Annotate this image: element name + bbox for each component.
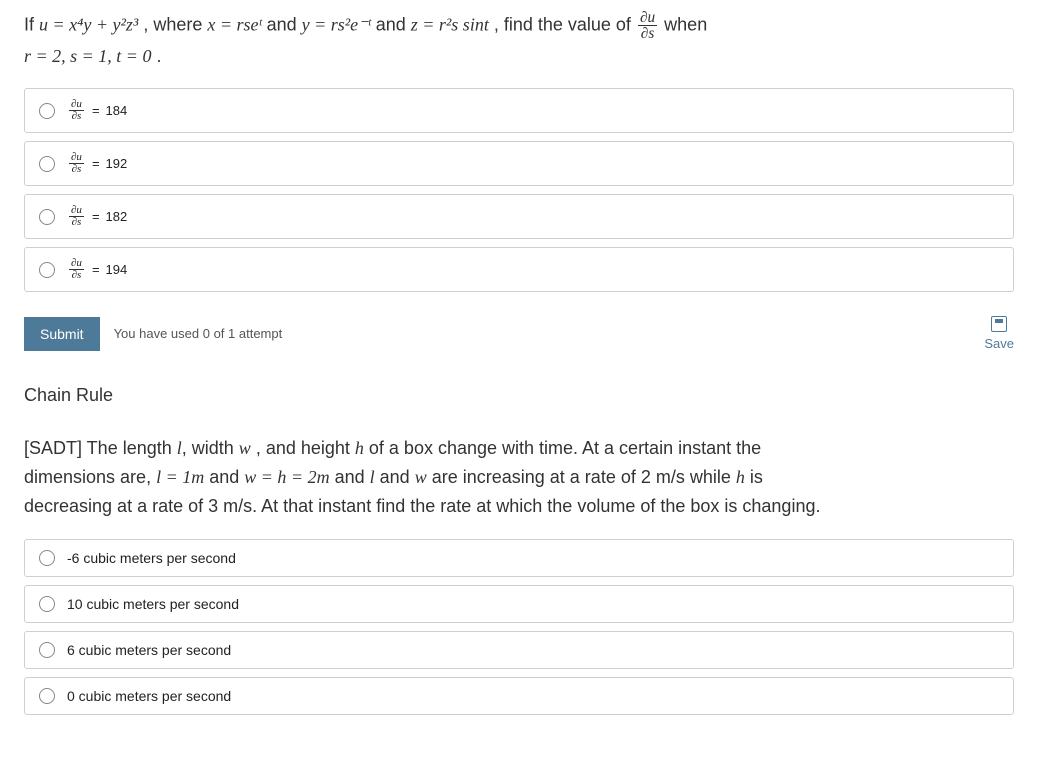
q2-options: -6 cubic meters per second 10 cubic mete… (24, 539, 1014, 715)
q1-p7: . (156, 46, 161, 66)
q1-expr-x: x = rseᵗ (207, 15, 261, 35)
q2-option-label: 10 cubic meters per second (67, 596, 239, 612)
q1-option-label: ∂u∂s = 194 (67, 258, 127, 281)
action-bar: Submit You have used 0 of 1 attempt Save (24, 316, 1014, 351)
radio-icon (39, 550, 55, 566)
q1-option[interactable]: ∂u∂s = 182 (24, 194, 1014, 239)
q1-p6: when (664, 15, 707, 35)
q2-option-label: 6 cubic meters per second (67, 642, 231, 658)
q2-prompt: [SADT] The length l, width w , and heigh… (24, 434, 1014, 520)
q1-expr-y: y = rs²e⁻ᵗ (302, 15, 371, 35)
save-icon (991, 316, 1007, 332)
radio-icon (39, 156, 55, 172)
save-button[interactable]: Save (984, 316, 1014, 351)
q1-cond: r = 2, s = 1, t = 0 (24, 46, 151, 66)
q2-option-label: 0 cubic meters per second (67, 688, 231, 704)
q2-option[interactable]: -6 cubic meters per second (24, 539, 1014, 577)
q1-option[interactable]: ∂u∂s = 192 (24, 141, 1014, 186)
q1-p3: and (267, 15, 302, 35)
q1-frac-num: ∂u (638, 10, 657, 26)
radio-icon (39, 103, 55, 119)
radio-icon (39, 688, 55, 704)
q1-options: ∂u∂s = 184 ∂u∂s = 192 ∂u∂s = 182 ∂u∂s = … (24, 88, 1014, 292)
q1-option[interactable]: ∂u∂s = 194 (24, 247, 1014, 292)
q1-frac: ∂u ∂s (638, 10, 657, 42)
radio-icon (39, 642, 55, 658)
q1-option[interactable]: ∂u∂s = 184 (24, 88, 1014, 133)
radio-icon (39, 209, 55, 225)
section-title: Chain Rule (24, 385, 1014, 406)
q1-option-label: ∂u∂s = 182 (67, 205, 127, 228)
q2-option[interactable]: 10 cubic meters per second (24, 585, 1014, 623)
radio-icon (39, 596, 55, 612)
q1-expr-z: z = r²s sint (411, 15, 489, 35)
save-label: Save (984, 336, 1014, 351)
q1-frac-den: ∂s (638, 26, 657, 41)
q1-prompt: If u = x⁴y + y²z³ , where x = rseᵗ and y… (24, 10, 1014, 70)
q1-option-label: ∂u∂s = 184 (67, 99, 127, 122)
radio-icon (39, 262, 55, 278)
q1-p5: , find the value of (494, 15, 636, 35)
q2-option-label: -6 cubic meters per second (67, 550, 236, 566)
attempts-text: You have used 0 of 1 attempt (114, 326, 283, 341)
q1-expr-u: u = x⁴y + y²z³ (39, 15, 138, 35)
q1-p4: and (376, 15, 411, 35)
q2-option[interactable]: 0 cubic meters per second (24, 677, 1014, 715)
q1-p1: If (24, 15, 39, 35)
q1-p2: , where (143, 15, 207, 35)
q2-option[interactable]: 6 cubic meters per second (24, 631, 1014, 669)
q1-option-label: ∂u∂s = 192 (67, 152, 127, 175)
submit-button[interactable]: Submit (24, 317, 100, 351)
action-left: Submit You have used 0 of 1 attempt (24, 317, 282, 351)
